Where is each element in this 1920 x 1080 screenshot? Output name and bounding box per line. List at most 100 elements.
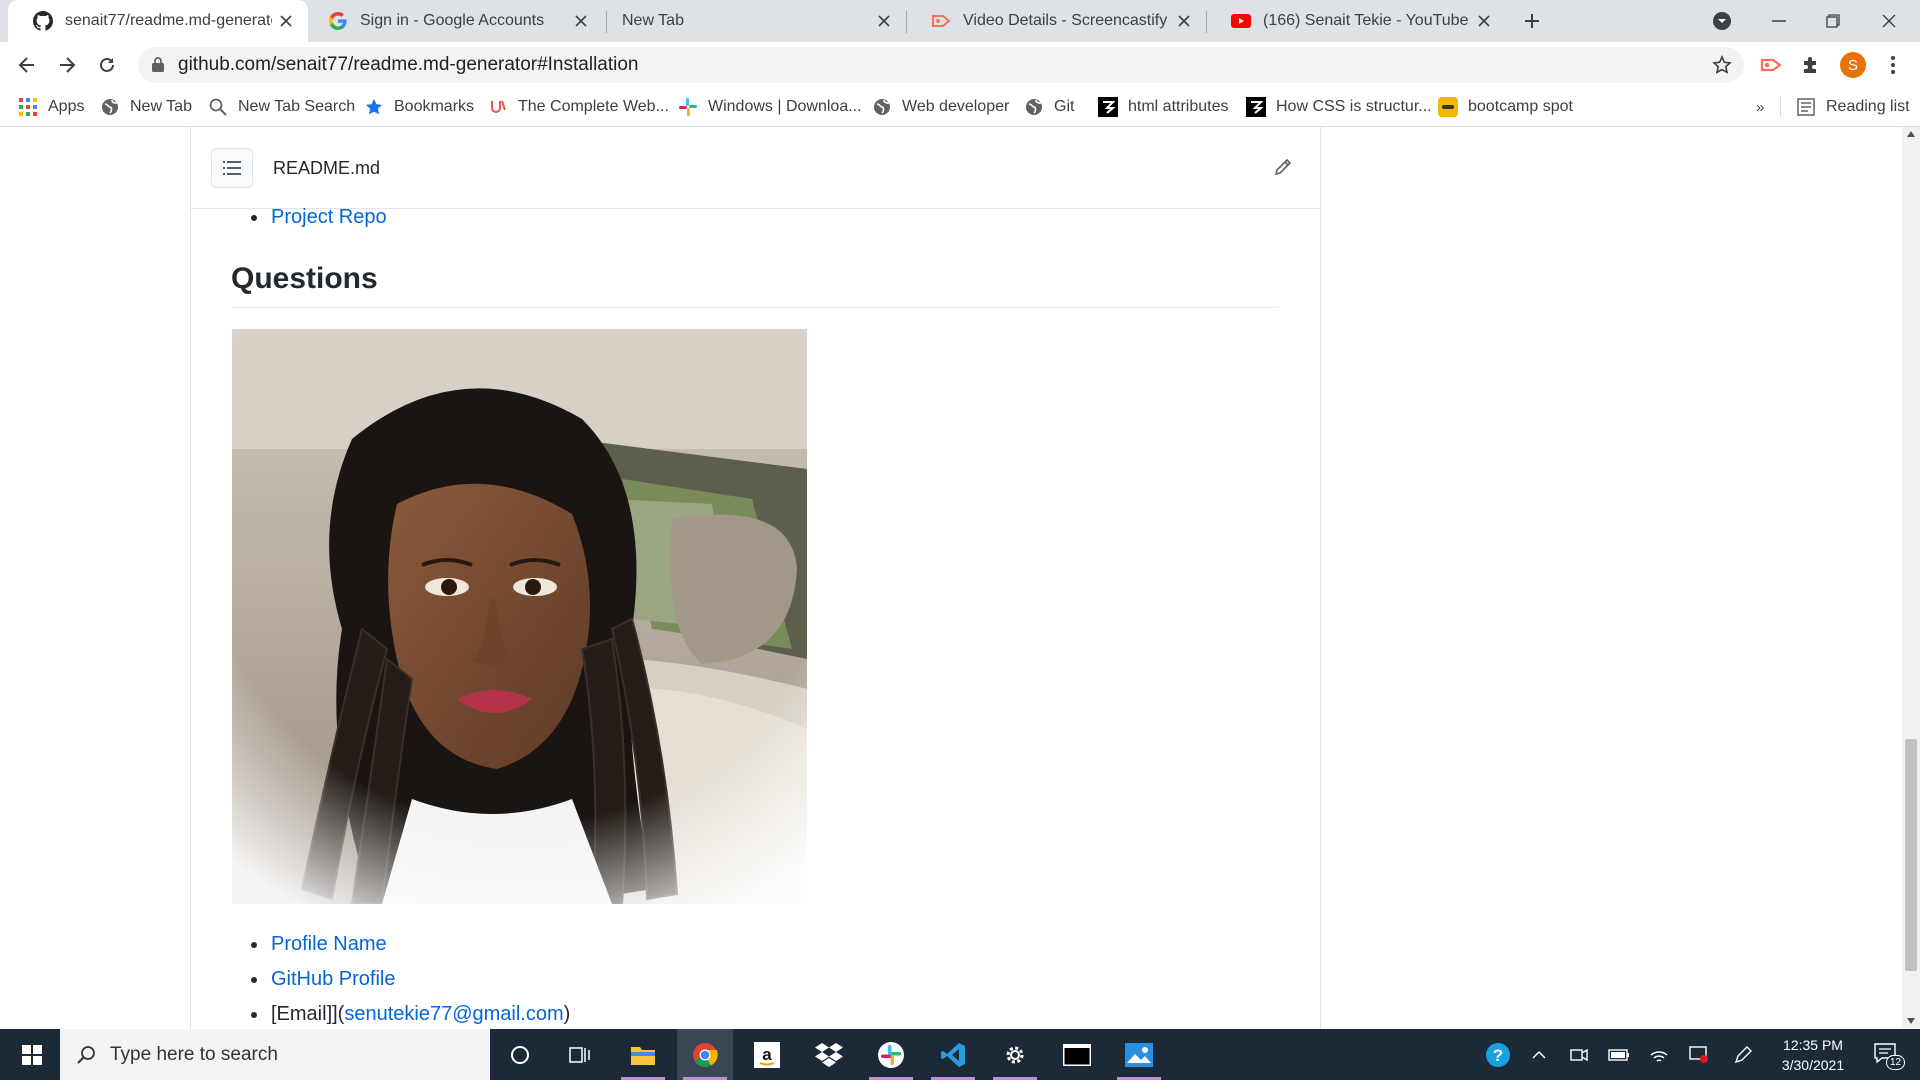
restore-button[interactable]	[1810, 0, 1856, 42]
reading-list-button[interactable]: Reading list	[1796, 88, 1910, 126]
taskbar-chrome[interactable]	[677, 1029, 733, 1080]
new-tab-button[interactable]	[1512, 0, 1552, 42]
bookmark-apps[interactable]: Apps	[18, 88, 84, 126]
reload-button[interactable]	[90, 48, 124, 82]
email-link[interactable]: senutekie77@gmail.com	[344, 1003, 563, 1025]
chevron-down-circle-icon	[1712, 11, 1732, 31]
close-tab-icon[interactable]	[1470, 7, 1498, 35]
taskbar-slack[interactable]	[863, 1029, 919, 1080]
taskbar-dropbox[interactable]	[801, 1029, 857, 1080]
list-item: GitHub Profile	[251, 965, 396, 993]
screencastify-extension[interactable]	[1754, 48, 1788, 82]
system-clock[interactable]: 12:35 PM 3/30/2021	[1768, 1029, 1858, 1080]
close-window-button[interactable]	[1866, 0, 1912, 42]
page-content: README.md Project Repo Questions Profile…	[0, 127, 1902, 1029]
github-icon	[33, 11, 53, 31]
minimize-button[interactable]	[1756, 0, 1802, 42]
apps-grid-icon	[18, 97, 38, 117]
edit-file-button[interactable]	[1273, 157, 1295, 179]
close-tab-icon[interactable]	[870, 7, 898, 35]
profile-button[interactable]: S	[1836, 48, 1870, 82]
bookmark-new-tab[interactable]: New Tab	[100, 88, 192, 126]
wifi-tray[interactable]	[1644, 1029, 1674, 1080]
close-tab-icon[interactable]	[1170, 7, 1198, 35]
cortana-button[interactable]	[492, 1029, 548, 1080]
scroll-down-arrow-icon[interactable]	[1907, 1018, 1915, 1024]
bookmark-complete-web[interactable]: The Complete Web...	[488, 88, 669, 126]
bookmark-label: bootcamp spot	[1468, 98, 1573, 115]
taskbar-vscode[interactable]	[925, 1029, 981, 1080]
globe-icon	[1024, 97, 1044, 117]
taskbar-terminal[interactable]	[1049, 1029, 1105, 1080]
bookmark-label: Apps	[48, 98, 85, 115]
readme-container: README.md Project Repo Questions Profile…	[190, 127, 1321, 1029]
page-scrollbar[interactable]	[1902, 127, 1920, 1029]
forward-button[interactable]	[50, 48, 84, 82]
scroll-up-arrow-icon[interactable]	[1907, 131, 1915, 137]
bookmark-how-css-structured[interactable]: How CSS is structur...	[1246, 88, 1432, 126]
battery-tray[interactable]	[1604, 1029, 1634, 1080]
back-button[interactable]	[10, 48, 44, 82]
close-tab-icon[interactable]	[272, 7, 300, 35]
bookmark-star-icon[interactable]	[1712, 55, 1732, 75]
tab-title: Sign in - Google Accounts	[360, 12, 545, 29]
taskbar-settings[interactable]	[987, 1029, 1043, 1080]
bookmark-windows-download[interactable]: Windows | Downloa...	[678, 88, 862, 126]
close-tab-icon[interactable]	[567, 7, 595, 35]
bookmark-new-tab-search[interactable]: New Tab Search	[208, 88, 355, 126]
screencastify-icon	[1760, 56, 1782, 74]
bookmarks-overflow[interactable]: »	[1756, 88, 1764, 126]
tab-search-button[interactable]	[1704, 0, 1740, 42]
search-placeholder: Type here to search	[110, 1043, 278, 1065]
restore-icon	[1826, 14, 1840, 28]
tab-google-signin[interactable]: Sign in - Google Accounts	[303, 0, 603, 42]
project-tray[interactable]	[1684, 1029, 1714, 1080]
readme-header: README.md	[191, 127, 1320, 209]
pencil-icon	[1274, 158, 1292, 176]
extensions-button[interactable]	[1794, 48, 1828, 82]
double-chevron-icon: »	[1756, 98, 1765, 116]
profile-name-link[interactable]: Profile Name	[271, 933, 387, 955]
start-button[interactable]	[4, 1029, 60, 1080]
bookmark-bookmarks[interactable]: Bookmarks	[364, 88, 474, 126]
address-bar[interactable]: github.com/senait77/readme.md-generator#…	[138, 47, 1744, 83]
browser-toolbar: github.com/senait77/readme.md-generator#…	[0, 42, 1920, 88]
globe-icon	[100, 97, 120, 117]
lock-icon	[152, 57, 164, 72]
taskbar-file-explorer[interactable]	[615, 1029, 671, 1080]
scrollbar-thumb[interactable]	[1905, 739, 1917, 971]
show-hidden-icons-button[interactable]	[1524, 1029, 1554, 1080]
notification-icon: 12	[1874, 1042, 1906, 1070]
bookmark-bootcamp-spot[interactable]: bootcamp spot	[1438, 88, 1573, 126]
bookmark-html-attributes[interactable]: html attributes	[1098, 88, 1228, 126]
tab-new-tab[interactable]: New Tab	[606, 0, 906, 42]
meet-now-tray[interactable]	[1564, 1029, 1594, 1080]
windows-taskbar: Type here to search a ? 12:35 PM 3/30/20…	[0, 1029, 1920, 1080]
bookmark-label: New Tab	[130, 98, 192, 115]
battery-icon	[1608, 1048, 1630, 1061]
bootcamp-icon	[1438, 97, 1458, 117]
tab-youtube[interactable]: (166) Senait Tekie - YouTube	[1206, 0, 1506, 42]
bookmarks-bar: Apps New Tab New Tab Search Bookmarks Th…	[0, 88, 1920, 127]
tab-readme-generator[interactable]: senait77/readme.md-generator	[8, 0, 308, 42]
action-center-button[interactable]: 12	[1866, 1029, 1906, 1080]
bookmark-web-developer[interactable]: Web developer	[872, 88, 1009, 126]
taskbar-amazon[interactable]: a	[739, 1029, 795, 1080]
avatar: S	[1840, 52, 1866, 78]
taskbar-search-box[interactable]: Type here to search	[60, 1029, 490, 1080]
pen-tray[interactable]	[1728, 1029, 1758, 1080]
bookmark-git[interactable]: Git	[1024, 88, 1074, 126]
table-of-contents-button[interactable]	[211, 148, 253, 188]
clock-date: 3/30/2021	[1781, 1057, 1845, 1073]
slack-icon	[678, 97, 698, 117]
terminal-icon	[1063, 1043, 1091, 1066]
github-profile-link[interactable]: GitHub Profile	[271, 968, 396, 990]
tab-screencastify[interactable]: Video Details - Screencastify	[906, 0, 1206, 42]
help-tray-button[interactable]: ?	[1480, 1029, 1516, 1080]
browser-menu-button[interactable]	[1876, 48, 1910, 82]
file-explorer-icon	[630, 1044, 656, 1066]
project-repo-link[interactable]: Project Repo	[271, 206, 387, 228]
search-icon	[76, 1045, 96, 1065]
task-view-button[interactable]	[552, 1029, 608, 1080]
taskbar-photos[interactable]	[1111, 1029, 1167, 1080]
